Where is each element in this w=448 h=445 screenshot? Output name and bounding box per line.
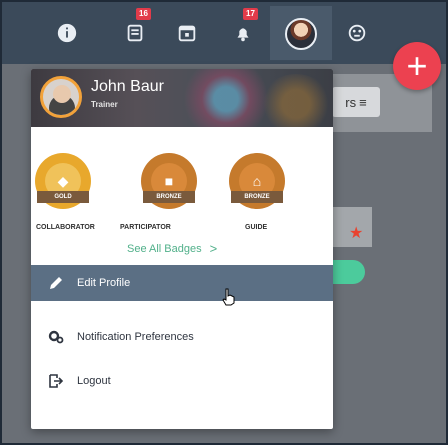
- bell-icon[interactable]: [230, 20, 256, 46]
- badge-label: PARTICIPATOR: [120, 224, 171, 231]
- avatar: [285, 18, 317, 50]
- badge-labels: COLLABORATOR PARTICIPATOR GUIDE: [31, 224, 333, 236]
- app-frame: 16 17 rs ≡ ★ + John Baur Trainer ◆ GOLD …: [0, 0, 448, 445]
- logout-icon: [45, 370, 67, 392]
- badge-guide[interactable]: ⌂ BRONZE: [221, 149, 293, 221]
- profile-name: John Baur: [91, 78, 164, 95]
- badge-label: GUIDE: [245, 224, 268, 231]
- gears-icon: [45, 326, 67, 348]
- notification-preferences-menu-item[interactable]: Notification Preferences: [31, 319, 333, 355]
- gold-medal-icon: ◆ GOLD: [31, 149, 95, 221]
- logout-menu-item[interactable]: Logout: [31, 363, 333, 399]
- profile-dropdown: John Baur Trainer ◆ GOLD ■ BRONZE ⌂ BRON…: [31, 69, 333, 429]
- badge-label: COLLABORATOR: [36, 224, 95, 231]
- bronze-medal-icon: ■ BRONZE: [137, 149, 201, 221]
- bell-badge: 17: [243, 8, 258, 20]
- user-menu-toggle[interactable]: [270, 6, 332, 60]
- sort-button[interactable]: rs ≡: [332, 87, 380, 117]
- badge-collaborator[interactable]: ◆ GOLD: [31, 149, 99, 221]
- top-navigation-bar: 16 17: [2, 2, 446, 64]
- hand-cursor-icon: [222, 288, 235, 306]
- sort-icon: ≡: [359, 94, 367, 110]
- info-icon[interactable]: [54, 20, 80, 46]
- bronze-medal-icon: ⌂ BRONZE: [225, 149, 289, 221]
- see-all-badges-link[interactable]: See All Badges >: [127, 241, 218, 256]
- profile-header: John Baur Trainer: [31, 69, 333, 127]
- edit-profile-menu-item[interactable]: Edit Profile: [31, 265, 333, 301]
- add-button[interactable]: +: [393, 42, 441, 90]
- profile-role: Trainer: [91, 100, 118, 109]
- palette-icon[interactable]: [344, 20, 370, 46]
- news-icon[interactable]: [122, 20, 148, 46]
- badge-participator[interactable]: ■ BRONZE: [133, 149, 205, 221]
- chevron-right-icon: >: [209, 241, 218, 256]
- news-badge: 16: [136, 8, 151, 20]
- star-icon: ★: [349, 225, 364, 242]
- calendar-icon[interactable]: [174, 20, 200, 46]
- profile-avatar: [40, 76, 82, 118]
- pencil-icon: [45, 272, 67, 294]
